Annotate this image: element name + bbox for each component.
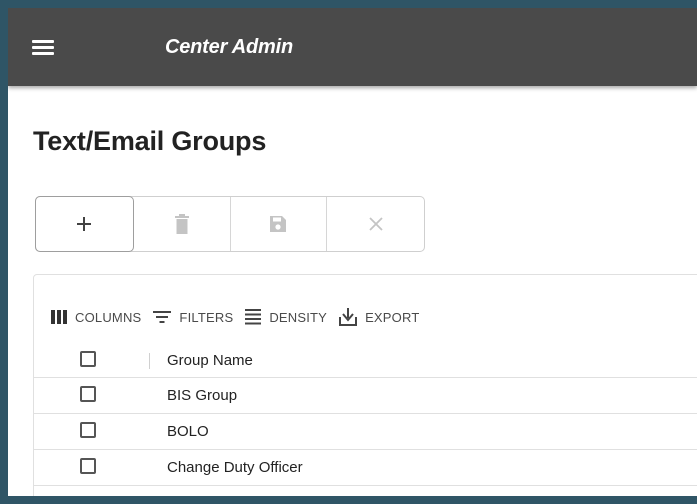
columns-button[interactable]: COLUMNS — [51, 310, 141, 325]
add-button[interactable] — [35, 196, 134, 252]
action-button-group — [35, 196, 425, 252]
export-label: EXPORT — [365, 309, 420, 325]
density-icon — [245, 309, 262, 325]
delete-button[interactable] — [134, 197, 231, 251]
filter-icon — [153, 311, 172, 323]
download-icon — [339, 308, 358, 326]
hamburger-menu-icon[interactable] — [32, 40, 54, 56]
save-icon — [270, 216, 287, 232]
filters-label: FILTERS — [179, 309, 234, 325]
app-window: Center Admin Text/Email Groups COLUMNS F… — [8, 8, 697, 496]
group-name-cell[interactable]: Change Duty Officer — [167, 459, 303, 476]
table-row[interactable]: Change Duty Officer — [34, 450, 697, 486]
table-row[interactable]: BIS Group — [34, 378, 697, 414]
columns-label: COLUMNS — [75, 309, 142, 325]
trash-icon — [174, 214, 189, 234]
column-separator[interactable] — [149, 353, 150, 369]
density-label: DENSITY — [269, 309, 328, 325]
app-bar: Center Admin — [8, 8, 697, 86]
density-button[interactable]: DENSITY — [245, 309, 327, 325]
save-button[interactable] — [231, 197, 328, 251]
groups-data-grid: COLUMNS FILTERS DENSITY EXPORT Group Nam… — [33, 274, 697, 496]
grid-rows: Group Name BIS Group BOLO Change Duty Of… — [34, 343, 697, 486]
columns-icon — [51, 310, 67, 324]
table-header-row: Group Name — [34, 343, 697, 378]
filters-button[interactable]: FILTERS — [153, 310, 233, 325]
export-button[interactable]: EXPORT — [339, 308, 419, 326]
table-row[interactable]: BOLO — [34, 414, 697, 450]
row-checkbox[interactable] — [80, 422, 96, 438]
group-name-cell[interactable]: BOLO — [167, 423, 209, 440]
grid-toolbar: COLUMNS FILTERS DENSITY EXPORT — [51, 305, 431, 329]
select-all-checkbox[interactable] — [80, 351, 96, 367]
column-header-group-name[interactable]: Group Name — [167, 352, 253, 369]
group-name-cell[interactable]: BIS Group — [167, 387, 237, 404]
page-title: Text/Email Groups — [33, 126, 267, 156]
row-checkbox[interactable] — [80, 386, 96, 402]
row-checkbox[interactable] — [80, 458, 96, 474]
cancel-button[interactable] — [327, 197, 424, 251]
close-icon — [368, 217, 383, 231]
plus-icon — [77, 217, 92, 231]
app-title: Center Admin — [165, 36, 293, 58]
